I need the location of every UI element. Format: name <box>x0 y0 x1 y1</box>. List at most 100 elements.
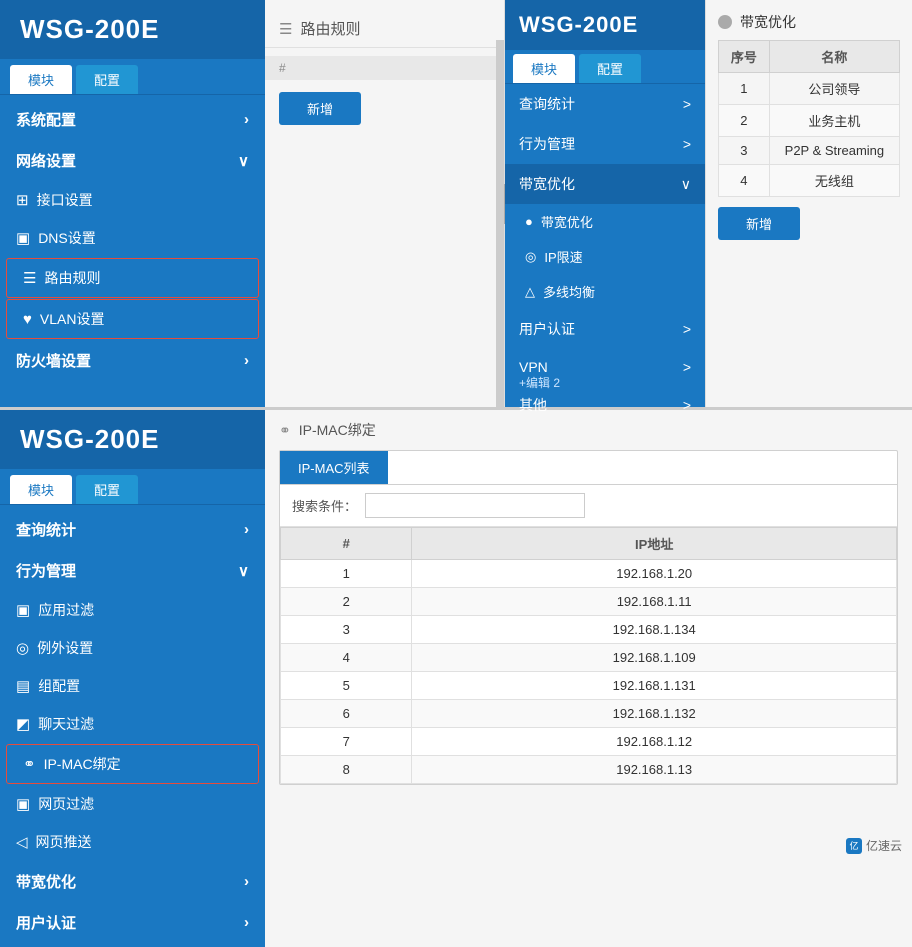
dropdown-user-auth[interactable]: 用户认证 > <box>505 309 705 349</box>
bandwidth-row: 1公司领导 <box>719 73 900 105</box>
bottom-nav-query[interactable]: 查询统计 › <box>0 509 265 550</box>
dropdown-bandwidth[interactable]: 带宽优化 ∨ <box>505 164 705 204</box>
chevron-down-icon: ∨ <box>238 152 249 170</box>
bottom-tab-config[interactable]: 配置 <box>76 475 138 504</box>
bandwidth-col-id: 序号 <box>719 41 770 73</box>
nav-routing[interactable]: ☰路由规则 <box>6 258 259 298</box>
ip-mac-row: 1192.168.1.20 <box>281 560 897 588</box>
bandwidth-panel-title: 带宽优化 <box>718 12 900 32</box>
ip-mac-cell-id: 2 <box>281 588 412 616</box>
top-nav-section: 系统配置 › 网络设置 ∨ ⊞接口设置 ▣DNS设置 ☰路由规则 ♥VLAN设置… <box>0 95 265 385</box>
bandwidth-cell-id: 1 <box>719 73 770 105</box>
bottom-tab-bar: 模块 配置 <box>0 469 265 505</box>
bottom-nav-web-push[interactable]: ◁网页推送 <box>0 823 265 861</box>
chevron-right-icon: › <box>244 111 249 128</box>
bandwidth-cell-name: 业务主机 <box>769 105 899 137</box>
app-filter-icon: ▣ <box>16 602 30 619</box>
chevron-right-icon5: > <box>683 321 691 337</box>
bandwidth-row: 2业务主机 <box>719 105 900 137</box>
ip-mac-row: 4192.168.1.109 <box>281 644 897 672</box>
routing-header-icon: ☰ <box>279 20 292 38</box>
ip-mac-icon: ⚭ <box>23 756 36 773</box>
bandwidth-cell-name: 无线组 <box>769 165 899 197</box>
dropdown-behavior[interactable]: 行为管理 > <box>505 124 705 164</box>
bandwidth-panel: 带宽优化 序号 名称 1公司领导2业务主机3P2P & Streaming4无线… <box>705 0 912 407</box>
bandwidth-col-name: 名称 <box>769 41 899 73</box>
sub-bandwidth-opt[interactable]: ● 带宽优化 <box>505 204 705 239</box>
chevron-right-icon9: › <box>244 873 249 890</box>
search-input[interactable] <box>365 493 585 518</box>
bandwidth-dot-icon <box>718 15 732 29</box>
sub-multiline[interactable]: △ 多线均衡 <box>505 274 705 309</box>
bandwidth-row: 4无线组 <box>719 165 900 197</box>
top-tab-bar: 模块 配置 <box>0 59 265 95</box>
bandwidth-cell-name: P2P & Streaming <box>769 137 899 165</box>
nav-interface[interactable]: ⊞接口设置 <box>0 181 265 219</box>
top-middle-header: ☰ 路由规则 <box>265 10 504 48</box>
top-right-area: WSG-200E 模块 配置 查询统计 > 行为管理 > 带宽优化 ∨ ● 带宽… <box>505 0 912 407</box>
ip-mac-cell-ip: 192.168.1.132 <box>412 700 897 728</box>
search-bar: 搜索条件： <box>280 485 897 527</box>
bottom-nav: 查询统计 › 行为管理 ∨ ▣应用过滤 ◎例外设置 ▤组配置 ◩聊天过滤 ⚭IP… <box>0 505 265 947</box>
nav-vlan[interactable]: ♥VLAN设置 <box>6 299 259 339</box>
bottom-nav-group[interactable]: ▤组配置 <box>0 667 265 705</box>
bottom-nav-app-filter[interactable]: ▣应用过滤 <box>0 591 265 629</box>
ip-mac-cell-id: 4 <box>281 644 412 672</box>
ip-mac-list-tab[interactable]: IP-MAC列表 <box>280 451 388 484</box>
nav-network[interactable]: 网络设置 ∨ <box>0 140 265 181</box>
bottom-nav-chat[interactable]: ◩聊天过滤 <box>0 705 265 743</box>
ip-mac-cell-ip: 192.168.1.131 <box>412 672 897 700</box>
ip-mac-row: 3192.168.1.134 <box>281 616 897 644</box>
watermark: 亿 亿速云 <box>846 837 902 854</box>
multiline-icon: △ <box>525 284 535 300</box>
dropdown-tab-config[interactable]: 配置 <box>579 54 641 83</box>
top-middle-panel: ☰ 路由规则 # 新增 ‹ <box>265 0 505 407</box>
top-col-header: # <box>265 56 504 80</box>
ip-mac-table: # IP地址 1192.168.1.202192.168.1.113192.16… <box>280 527 897 784</box>
dropdown-tab-module[interactable]: 模块 <box>513 54 575 83</box>
top-tab-config[interactable]: 配置 <box>76 65 138 94</box>
bottom-nav-web-filter[interactable]: ▣网页过滤 <box>0 785 265 823</box>
ip-mac-cell-id: 6 <box>281 700 412 728</box>
ip-mac-cell-ip: 192.168.1.109 <box>412 644 897 672</box>
nav-firewall[interactable]: 防火墙设置 › <box>0 340 265 381</box>
chat-icon: ◩ <box>16 716 30 733</box>
interface-icon: ⊞ <box>16 192 29 209</box>
chevron-right-icon2: › <box>244 352 249 369</box>
bottom-panel-title: WSG-200E <box>0 410 265 469</box>
bottom-nav-bandwidth[interactable]: 带宽优化 › <box>0 861 265 902</box>
dropdown-query[interactable]: 查询统计 > <box>505 84 705 124</box>
bottom-tab-module[interactable]: 模块 <box>10 475 72 504</box>
sub-ip-speed[interactable]: ◎ IP限速 <box>505 239 705 274</box>
nav-system[interactable]: 系统配置 › <box>0 99 265 140</box>
bottom-nav-behavior[interactable]: 行为管理 ∨ <box>0 550 265 591</box>
ip-mac-tab-content: IP-MAC列表 搜索条件： # IP地址 1192.168.1.202192.… <box>279 450 898 785</box>
ip-mac-title-icon: ⚭ <box>279 422 291 439</box>
ip-speed-icon: ◎ <box>525 249 536 265</box>
top-add-button[interactable]: 新增 <box>279 92 361 125</box>
watermark-icon: 亿 <box>846 838 862 854</box>
bandwidth-add-button[interactable]: 新增 <box>718 207 800 240</box>
nav-dns[interactable]: ▣DNS设置 <box>0 219 265 257</box>
web-filter-icon: ▣ <box>16 796 30 813</box>
bottom-nav-ip-mac[interactable]: ⚭IP-MAC绑定 <box>6 744 259 784</box>
bandwidth-table: 序号 名称 1公司领导2业务主机3P2P & Streaming4无线组 <box>718 40 900 197</box>
bottom-nav-exception[interactable]: ◎例外设置 <box>0 629 265 667</box>
chevron-down-icon3: ∨ <box>238 562 249 580</box>
chevron-right-icon4: > <box>683 136 691 152</box>
top-tab-module[interactable]: 模块 <box>10 65 72 94</box>
chevron-right-icon7: > <box>683 397 691 413</box>
edit-bar[interactable]: +编辑 2 <box>505 368 574 397</box>
bandwidth-cell-id: 3 <box>719 137 770 165</box>
bandwidth-row: 3P2P & Streaming <box>719 137 900 165</box>
scrollbar[interactable] <box>496 40 504 407</box>
dropdown-tab-bar: 模块 配置 <box>505 50 705 84</box>
ip-mac-row: 7192.168.1.12 <box>281 728 897 756</box>
routing-icon: ☰ <box>23 270 36 287</box>
bottom-left-panel: WSG-200E 模块 配置 查询统计 › 行为管理 ∨ ▣应用过滤 ◎例外设置… <box>0 410 265 947</box>
ip-mac-cell-ip: 192.168.1.12 <box>412 728 897 756</box>
bottom-nav-user-auth[interactable]: 用户认证 › <box>0 902 265 943</box>
ip-mac-cell-id: 1 <box>281 560 412 588</box>
chevron-down-icon2: ∨ <box>681 176 691 193</box>
exception-icon: ◎ <box>16 640 29 657</box>
